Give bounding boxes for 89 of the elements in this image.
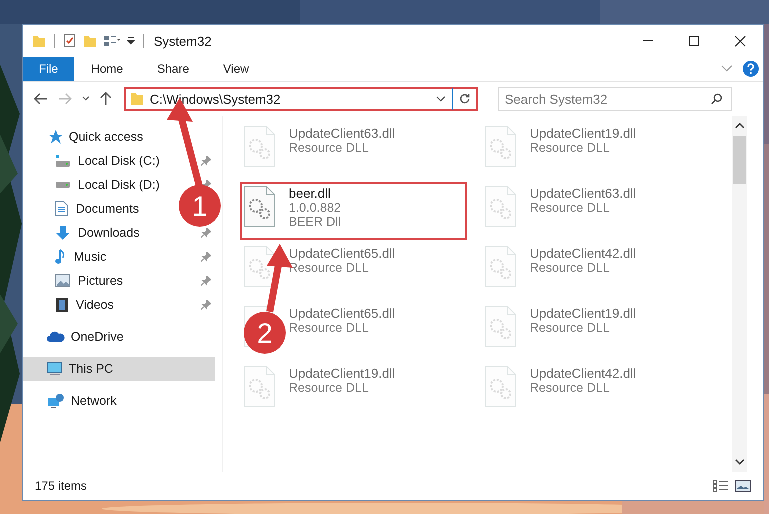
scroll-down-icon[interactable] [734,458,744,466]
cloud-icon [47,331,65,343]
file-detail: Resource DLL [530,141,611,155]
music-note-icon [55,249,67,265]
pin-icon[interactable] [201,276,211,286]
film-icon [55,297,69,313]
network-icon [47,393,65,409]
file-name: UpdateClient42.dll [530,366,636,381]
sidebar-item[interactable]: Quick access [23,125,222,149]
drive-icon [55,181,71,189]
monitor-icon [47,362,63,376]
folder-icon [130,92,144,106]
sidebar-item[interactable]: Local Disk (C:) [23,149,222,173]
pin-icon[interactable] [201,228,211,238]
sidebar-item[interactable]: OneDrive [23,325,222,349]
picture-icon [55,274,71,288]
sidebar-label: Music [74,250,107,264]
sidebar-label: Quick access [69,130,144,144]
sidebar-label: Network [71,394,117,408]
file-name: UpdateClient19.dll [530,306,636,321]
document-icon [55,201,69,217]
maximize-icon[interactable] [689,36,699,46]
file-detail: Resource DLL [530,261,611,275]
file-detail: BEER Dll [289,215,342,229]
ribbon-tab[interactable]: Home [74,57,140,81]
file-name: UpdateClient65.dll [289,246,396,261]
sidebar-label: Local Disk (C:) [78,154,160,168]
sidebar-item[interactable]: Pictures [23,269,222,293]
sidebar-label: Pictures [78,274,124,288]
search-field[interactable]: Search System32 [498,87,732,111]
address-path: C:\Windows\System32 [150,92,282,106]
search-icon [711,93,723,105]
file-detail: Resource DLL [289,141,370,155]
item-count: 175 items [35,479,88,493]
file-detail: Resource DLL [530,201,611,215]
tiles-view-icon[interactable] [735,480,751,492]
sidebar-label: Downloads [78,226,140,240]
chevron-down-icon[interactable] [436,96,446,102]
dropdown-icon[interactable] [127,36,135,46]
file-detail: Resource DLL [289,321,370,335]
pin-icon[interactable] [201,252,211,262]
file-name: UpdateClient19.dll [530,126,636,141]
recent-dropdown-icon[interactable] [82,96,90,102]
file-name: beer.dll [289,186,332,201]
file-detail: Resource DLL [289,381,370,395]
properties-icon[interactable] [63,34,77,48]
file-detail: Resource DLL [530,321,611,335]
sidebar-item[interactable]: Network [23,389,222,413]
file-name: UpdateClient19.dll [289,366,396,381]
pin-icon[interactable] [201,156,211,166]
sidebar-item[interactable]: Music [23,245,222,269]
sidebar-label: This PC [69,362,114,376]
file-item[interactable]: beer.dll 1.0.0.882 BEER Dll [240,182,467,240]
refresh-icon[interactable] [459,93,471,105]
sidebar-item[interactable]: This PC [23,357,215,381]
scroll-up-icon[interactable] [734,122,744,130]
scrollbar[interactable] [732,116,747,472]
file-detail: Resource DLL [530,381,611,395]
ribbon-tab[interactable]: File [23,57,74,81]
file-name: UpdateClient65.dll [289,306,396,321]
help-icon[interactable] [743,61,759,77]
file-name: UpdateClient63.dll [530,186,636,201]
ribbon-tab[interactable]: View [206,57,266,81]
sidebar-item[interactable]: Downloads [23,221,222,245]
file-detail: Resource DLL [289,261,370,275]
sidebar-item[interactable]: Videos [23,293,222,317]
file-name: UpdateClient63.dll [289,126,396,141]
sidebar-item[interactable]: Local Disk (D:) [23,173,222,197]
details-view-icon[interactable] [713,480,729,492]
up-arrow-icon[interactable] [100,92,112,106]
sidebar-label: Local Disk (D:) [78,178,160,192]
sidebar-label: Documents [76,202,140,216]
close-icon[interactable] [734,36,746,46]
sidebar-label: OneDrive [71,330,124,344]
sidebar-item[interactable]: Documents [23,197,144,221]
back-arrow-icon[interactable] [34,93,48,105]
down-arrow-icon [55,225,71,241]
file-name: UpdateClient42.dll [530,246,636,261]
star-icon [47,129,63,145]
view-icon[interactable] [103,34,121,48]
pin-icon[interactable] [201,300,211,310]
minimize-icon[interactable] [642,40,654,42]
window-title: System32 [154,34,212,48]
scrollbar-thumb[interactable] [733,136,746,184]
sidebar-label: Videos [76,298,114,312]
drive-icon [55,154,71,168]
file-detail: 1.0.0.882 [289,201,342,215]
address-bar[interactable]: C:\Windows\System32 [124,87,478,111]
ribbon-tab[interactable]: Share [140,57,206,81]
